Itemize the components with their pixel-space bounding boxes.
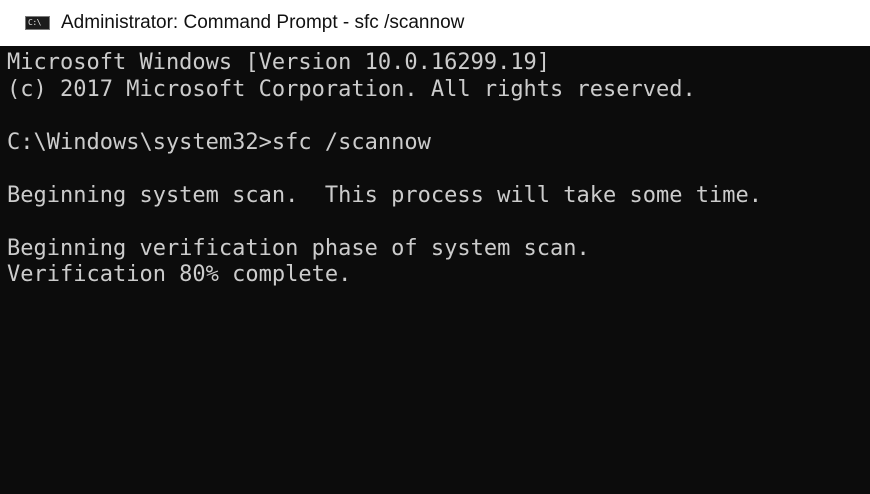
console-icon[interactable]: C:\ [25, 16, 50, 30]
console-line-copyright: (c) 2017 Microsoft Corporation. All righ… [7, 76, 696, 102]
console-line-blank [7, 209, 762, 236]
console-line-command: C:\Windows\system32>sfc /scannow [7, 129, 431, 155]
command-prompt-window: C:\ Administrator: Command Prompt - sfc … [0, 0, 870, 494]
console-line-blank [7, 156, 762, 183]
console-output: Microsoft Windows [Version 10.0.16299.19… [7, 50, 762, 289]
console-output-area[interactable]: Microsoft Windows [Version 10.0.16299.19… [0, 46, 870, 494]
console-line-progress: Verification 80% complete. [7, 262, 352, 287]
console-line-scan-start: Beginning system scan. This process will… [7, 182, 762, 208]
console-line-version: Microsoft Windows [Version 10.0.16299.19… [7, 50, 551, 75]
console-line-blank [7, 103, 762, 130]
title-bar[interactable]: C:\ Administrator: Command Prompt - sfc … [0, 0, 870, 46]
console-line-verification-phase: Beginning verification phase of system s… [7, 235, 590, 261]
window-title: Administrator: Command Prompt - sfc /sca… [61, 12, 465, 33]
